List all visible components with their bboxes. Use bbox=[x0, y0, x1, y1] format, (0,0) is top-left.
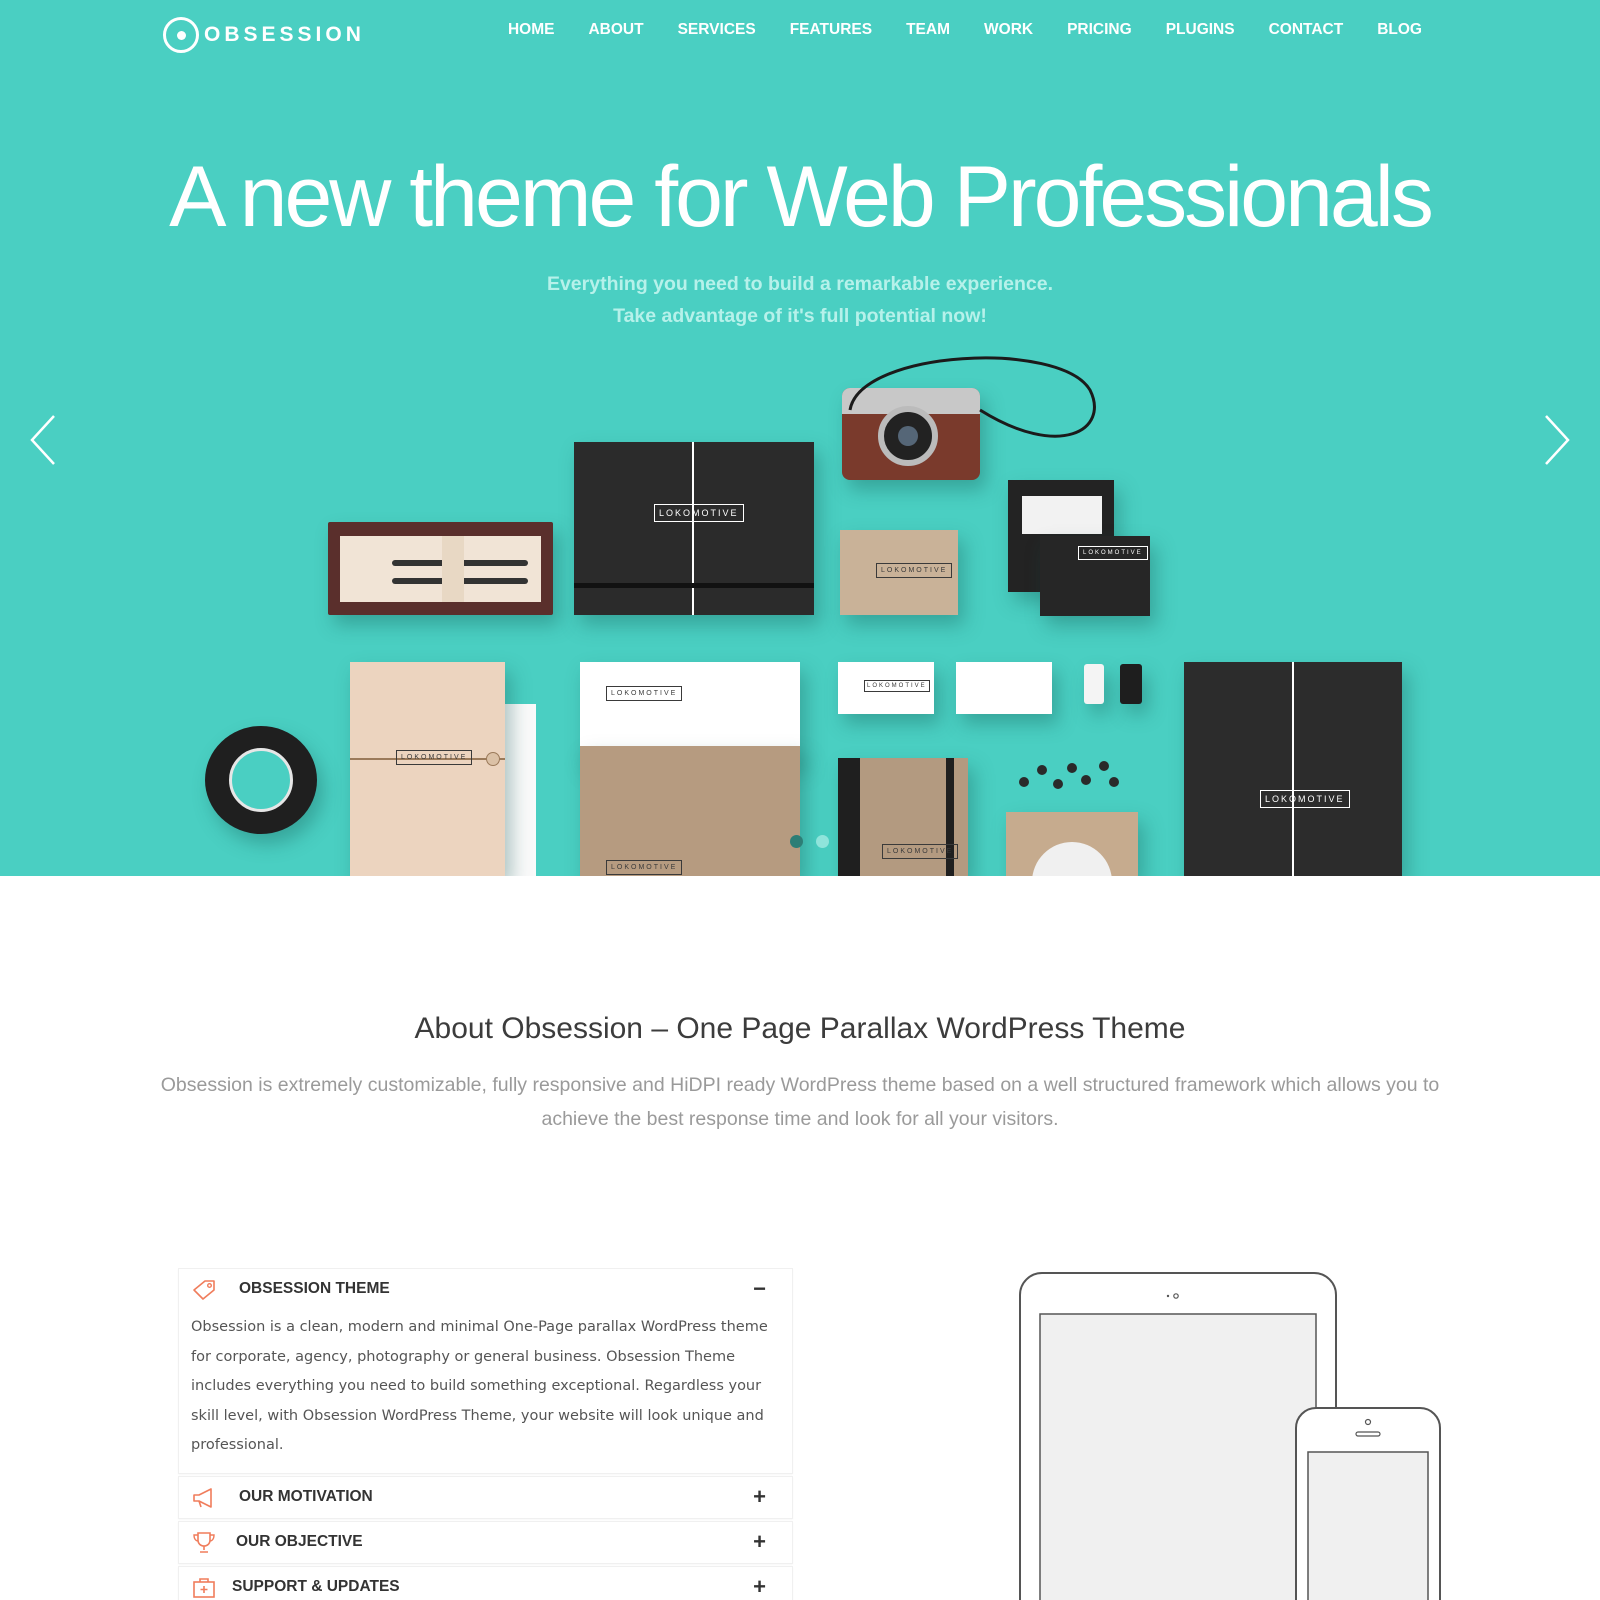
accordion-title-support-updates: SUPPORT & UPDATES bbox=[232, 1578, 400, 1595]
logo-text: OBSESSION bbox=[204, 23, 365, 46]
letterhead-brand-tag: LOKOMOTIVE bbox=[606, 686, 683, 701]
kraft-card-box: LOKOMOTIVE bbox=[840, 530, 958, 615]
nav-contact[interactable]: CONTACT bbox=[1269, 21, 1344, 39]
dark-folder-brand-tag: LOKOMOTIVE bbox=[1260, 790, 1350, 808]
slider-prev-button[interactable] bbox=[24, 412, 64, 468]
nav-about[interactable]: ABOUT bbox=[588, 21, 643, 39]
slider-dot-1[interactable] bbox=[790, 835, 803, 848]
logo-icon bbox=[163, 17, 199, 53]
slider-dot-2[interactable] bbox=[816, 835, 829, 848]
pushpins bbox=[1019, 761, 1119, 789]
nav-work[interactable]: WORK bbox=[984, 21, 1033, 39]
main-nav: HOME ABOUT SERVICES FEATURES TEAM WORK P… bbox=[474, 21, 1422, 39]
site-logo[interactable]: OBSESSION bbox=[163, 17, 365, 53]
card1-brand-tag: LOKOMOTIVE bbox=[864, 680, 930, 692]
about-description: Obsession is extremely customizable, ful… bbox=[160, 1074, 1440, 1130]
chevron-left-icon bbox=[30, 415, 55, 465]
pen-box bbox=[328, 522, 553, 615]
nav-plugins[interactable]: PLUGINS bbox=[1166, 21, 1235, 39]
accordion-item-obsession-theme: OBSESSION THEME − Obsession is a clean, … bbox=[178, 1268, 793, 1474]
devices-illustration bbox=[1019, 1272, 1441, 1600]
tag-icon bbox=[193, 1280, 215, 1300]
usb-drive-black bbox=[1120, 664, 1142, 704]
tablet-outline bbox=[1019, 1272, 1337, 1600]
accordion-header-obsession-theme[interactable]: OBSESSION THEME − bbox=[179, 1269, 792, 1309]
expand-icon[interactable]: + bbox=[753, 1574, 766, 1600]
nav-home[interactable]: HOME bbox=[508, 21, 555, 39]
business-card-2 bbox=[956, 662, 1052, 714]
accordion-title-obsession-theme: OBSESSION THEME bbox=[239, 1280, 390, 1297]
expand-icon[interactable]: + bbox=[753, 1484, 766, 1510]
accordion-title-our-objective: OUR OBJECTIVE bbox=[236, 1533, 363, 1550]
about-title: About Obsession – One Page Parallax Word… bbox=[414, 1012, 1186, 1045]
phone-outline bbox=[1295, 1407, 1441, 1600]
black-envelope-front: LOKOMOTIVE bbox=[1040, 536, 1150, 616]
usb-drive-white bbox=[1084, 664, 1104, 704]
nav-pricing[interactable]: PRICING bbox=[1067, 21, 1132, 39]
kraft-envelope: LOKOMOTIVE bbox=[580, 746, 800, 876]
slider-pagination bbox=[790, 835, 842, 848]
hero-subtitle: Everything you need to build a remarkabl… bbox=[0, 268, 1600, 332]
kraft-box-brand-tag: LOKOMOTIVE bbox=[876, 563, 953, 578]
hero-slider: OBSESSION HOME ABOUT SERVICES FEATURES T… bbox=[0, 0, 1600, 876]
kraft-envelope-brand-tag: LOKOMOTIVE bbox=[606, 860, 683, 875]
first-aid-icon bbox=[193, 1577, 215, 1598]
envelope-brand-tag: LOKOMOTIVE bbox=[1078, 546, 1148, 560]
slider-next-button[interactable] bbox=[1536, 412, 1576, 468]
folder-brand-tag: LOKOMOTIVE bbox=[396, 750, 473, 765]
black-notebook: LOKOMOTIVE bbox=[574, 442, 814, 615]
notebook-brand-tag: LOKOMOTIVE bbox=[654, 504, 744, 522]
collapse-icon[interactable]: − bbox=[753, 1276, 766, 1302]
camera-strap bbox=[848, 356, 1096, 438]
accordion-title-our-motivation: OUR MOTIVATION bbox=[239, 1488, 373, 1505]
nav-services[interactable]: SERVICES bbox=[678, 21, 756, 39]
business-card-1: LOKOMOTIVE bbox=[838, 662, 934, 714]
accordion-header-our-objective[interactable]: OUR OBJECTIVE + bbox=[179, 1522, 792, 1563]
dark-folder: LOKOMOTIVE bbox=[1184, 662, 1402, 876]
megaphone-icon bbox=[193, 1487, 212, 1508]
accordion-header-support-updates[interactable]: SUPPORT & UPDATES + bbox=[179, 1567, 792, 1600]
accordion-item-support-updates: SUPPORT & UPDATES + bbox=[178, 1565, 793, 1600]
accordion-header-our-motivation[interactable]: OUR MOTIVATION + bbox=[179, 1477, 792, 1518]
nav-features[interactable]: FEATURES bbox=[790, 21, 872, 39]
beige-folder: LOKOMOTIVE bbox=[350, 662, 505, 876]
trophy-icon bbox=[193, 1531, 215, 1553]
kraft-notebook: LOKOMOTIVE bbox=[838, 758, 968, 876]
accordion-item-our-motivation: OUR MOTIVATION + bbox=[178, 1475, 793, 1519]
nav-blog[interactable]: BLOG bbox=[1377, 21, 1422, 39]
hero-subtitle-line-1: Everything you need to build a remarkabl… bbox=[546, 273, 1054, 295]
tape-roll bbox=[205, 726, 317, 834]
kraft-cd-envelope bbox=[1006, 812, 1138, 876]
kraft-notebook-brand-tag: LOKOMOTIVE bbox=[882, 844, 959, 859]
accordion-item-our-objective: OUR OBJECTIVE + bbox=[178, 1520, 793, 1564]
hero-subtitle-line-2: Take advantage of it's full potential no… bbox=[613, 305, 987, 327]
nav-team[interactable]: TEAM bbox=[906, 21, 950, 39]
hero-title: A new theme for Web Professionals bbox=[169, 149, 1434, 245]
chevron-right-icon bbox=[1545, 415, 1570, 465]
expand-icon[interactable]: + bbox=[753, 1529, 766, 1555]
features-accordion: OBSESSION THEME − Obsession is a clean, … bbox=[178, 1268, 793, 1600]
accordion-body-obsession-theme: Obsession is a clean, modern and minimal… bbox=[191, 1319, 768, 1453]
